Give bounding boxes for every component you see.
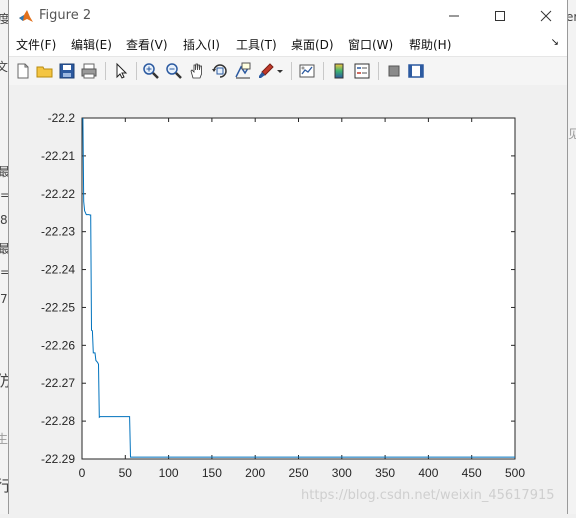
x-tick-label: 250	[288, 466, 308, 480]
pan-icon[interactable]	[187, 61, 207, 81]
y-tick-label: -22.24	[41, 263, 75, 277]
menu-tools[interactable]: 工具(T)	[236, 36, 277, 53]
maximize-icon	[495, 10, 505, 21]
minimize-button[interactable]	[431, 0, 477, 31]
watermark-text: https://blog.csdn.net/weixin_45617915	[301, 488, 555, 503]
menu-insert[interactable]: 插入(I)	[183, 36, 220, 53]
new-figure-icon[interactable]	[13, 61, 33, 81]
y-tick-label: -22.25	[41, 300, 75, 314]
y-tick-label: -22.21	[41, 149, 75, 163]
menu-window[interactable]: 窗口(W)	[348, 36, 393, 53]
y-tick-label: -22.27	[41, 376, 75, 390]
y-tick-label: -22.22	[41, 187, 75, 201]
window-title: Figure 2	[39, 8, 92, 23]
x-tick-label: 0	[79, 466, 86, 480]
matlab-logo-icon	[18, 8, 34, 24]
x-tick-labels: 0 50 100 150 200 250 300 350 400 450 500	[79, 466, 526, 480]
x-tick-label: 450	[462, 466, 482, 480]
x-tick-label: 50	[119, 466, 133, 480]
figure-toolbar	[9, 56, 567, 86]
x-tick-label: 350	[375, 466, 395, 480]
close-icon	[540, 10, 552, 21]
bg-fragment: 8	[0, 213, 8, 227]
y-tick-labels: -22.2 -22.21 -22.22 -22.23 -22.24 -22.25 -22.2…	[41, 111, 75, 466]
line-chart[interactable]: -22.2 -22.21 -22.22 -22.23 -22.24 -22.25 -22.2…	[9, 85, 567, 514]
figure-window: Figure 2 文件(F) 编辑(E) 查看(V) 插入(I) 工具(T) 桌…	[8, 0, 568, 514]
colorbar-icon[interactable]	[329, 61, 349, 81]
menu-view[interactable]: 查看(V)	[126, 36, 168, 53]
y-tick-label: -22.26	[41, 338, 75, 352]
hide-plot-tools-icon[interactable]	[384, 61, 404, 81]
zoom-out-icon[interactable]	[164, 61, 184, 81]
title-bar[interactable]: Figure 2	[9, 0, 567, 31]
plot-area: -22.2 -22.21 -22.22 -22.23 -22.24 -22.25 -22.2…	[9, 85, 567, 514]
x-tick-label: 100	[159, 466, 179, 480]
toolbar-separator	[291, 62, 292, 80]
data-cursor-icon[interactable]	[233, 61, 253, 81]
x-tick-label: 300	[332, 466, 352, 480]
x-tick-label: 150	[202, 466, 222, 480]
axes-box	[81, 117, 516, 460]
y-tick-label: -22.29	[41, 452, 75, 466]
dock-arrow-icon[interactable]: ↘	[551, 37, 559, 48]
background-app-right: er 见	[566, 0, 576, 514]
y-tick-label: -22.2	[48, 111, 76, 125]
x-tick-label: 400	[418, 466, 438, 480]
show-plot-tools-icon[interactable]	[406, 61, 426, 81]
toolbar-separator	[105, 62, 106, 80]
y-tick-label: -22.28	[41, 414, 75, 428]
menu-desktop[interactable]: 桌面(D)	[291, 36, 334, 53]
brush-icon[interactable]	[256, 61, 276, 81]
maximize-button[interactable]	[477, 0, 523, 31]
y-tick-label: -22.23	[41, 225, 75, 239]
legend-icon[interactable]	[352, 61, 372, 81]
x-tick-label: 200	[245, 466, 265, 480]
open-folder-icon[interactable]	[35, 61, 55, 81]
save-icon[interactable]	[57, 61, 77, 81]
bg-fragment: 7	[0, 292, 8, 306]
bg-fragment: 文	[0, 60, 9, 74]
toolbar-separator	[378, 62, 379, 80]
zoom-in-icon[interactable]	[141, 61, 161, 81]
rotate-3d-icon[interactable]	[210, 61, 230, 81]
toolbar-separator	[323, 62, 324, 80]
bg-fragment: 生	[0, 432, 9, 446]
menu-bar: 文件(F) 编辑(E) 查看(V) 插入(I) 工具(T) 桌面(D) 窗口(W…	[9, 31, 567, 56]
print-icon[interactable]	[79, 61, 99, 81]
menu-help[interactable]: 帮助(H)	[409, 36, 451, 53]
brush-dropdown-icon[interactable]	[275, 61, 285, 81]
link-plot-icon[interactable]	[297, 61, 317, 81]
minimize-icon	[449, 15, 459, 16]
pointer-icon[interactable]	[111, 61, 131, 81]
menu-edit[interactable]: 编辑(E)	[71, 36, 112, 53]
x-tick-label: 500	[505, 466, 525, 480]
close-button[interactable]	[523, 0, 569, 31]
bg-fragment: 见	[568, 127, 576, 141]
toolbar-separator	[136, 62, 137, 80]
menu-file[interactable]: 文件(F)	[16, 36, 56, 53]
